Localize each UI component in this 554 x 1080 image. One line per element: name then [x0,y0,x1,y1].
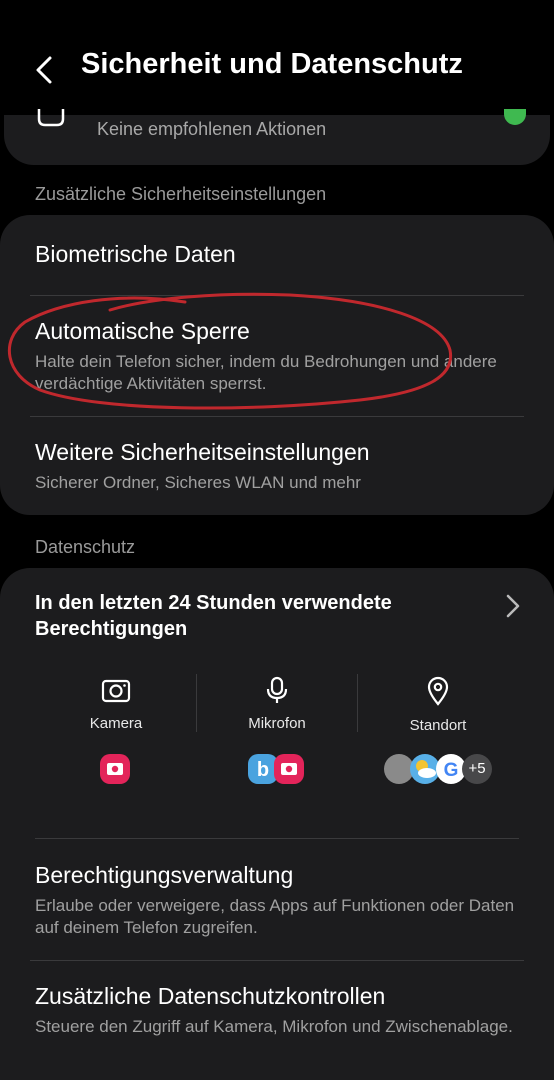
permission-label: Kamera [89,715,143,732]
camera-permission[interactable]: Kamera [36,676,196,732]
item-title: Berechtigungsverwaltung [35,862,294,888]
item-title: Zusätzliche Datenschutzkontrollen [35,983,386,1009]
item-subtitle: Steuere den Zugriff auf Kamera, Mikrofon… [35,1017,513,1036]
camera-app-icon [100,754,130,784]
microphone-permission[interactable]: Mikrofon [197,676,357,732]
security-section-title: Zusätzliche Sicherheitseinstellungen [35,184,327,204]
item-subtitle: Sicherer Ordner, Sicheres WLAN und mehr [35,473,361,492]
permission-manager-item[interactable]: Berechtigungsverwaltung Erlaube oder ver… [35,862,524,939]
more-apps-count: +5 [462,754,492,784]
check-icon [504,109,526,125]
divider [30,960,524,961]
biometric-item[interactable]: Biometrische Daten [35,241,524,268]
svg-text:G: G [444,760,459,781]
chevron-left-icon [36,56,52,84]
permission-label: Mikrofon [248,715,306,732]
permissions-title[interactable]: In den letzten 24 Stunden verwendete Ber… [35,590,475,642]
camera-icon [101,679,131,703]
auto-lock-item[interactable]: Automatische Sperre Halte dein Telefon s… [35,318,524,395]
privacy-section-title: Datenschutz [35,537,136,557]
security-status-card[interactable]: Keine empfohlenen Aktionen [4,109,550,165]
item-subtitle: Halte dein Telefon sicher, indem du Bedr… [35,352,497,393]
permission-label: Standort [409,717,467,734]
item-title: Weitere Sicherheitseinstellungen [35,439,370,465]
item-title: Biometrische Daten [35,241,236,267]
divider [30,416,524,417]
security-card: Biometrische Daten Automatische Sperre H… [0,215,554,515]
header: Sicherheit und Datenschutz [0,0,554,115]
divider [30,295,524,296]
privacy-controls-item[interactable]: Zusätzliche Datenschutzkontrollen Steuer… [35,983,524,1038]
chevron-right-icon[interactable] [503,592,523,620]
camera-app-icon [274,754,304,784]
location-pin-icon [427,676,449,706]
item-title: Automatische Sperre [35,318,250,344]
item-subtitle: Erlaube oder verweigere, dass Apps auf F… [35,896,515,937]
page-title: Sicherheit und Datenschutz [81,48,463,80]
svg-text:b: b [257,759,269,781]
status-text: Keine empfohlenen Aktionen [97,119,327,139]
location-permission[interactable]: Standort [358,676,518,734]
back-button[interactable] [30,50,64,90]
more-security-item[interactable]: Weitere Sicherheitseinstellungen Sichere… [35,439,524,494]
microphone-icon [266,676,288,703]
device-icon [37,109,65,127]
divider [35,838,519,839]
